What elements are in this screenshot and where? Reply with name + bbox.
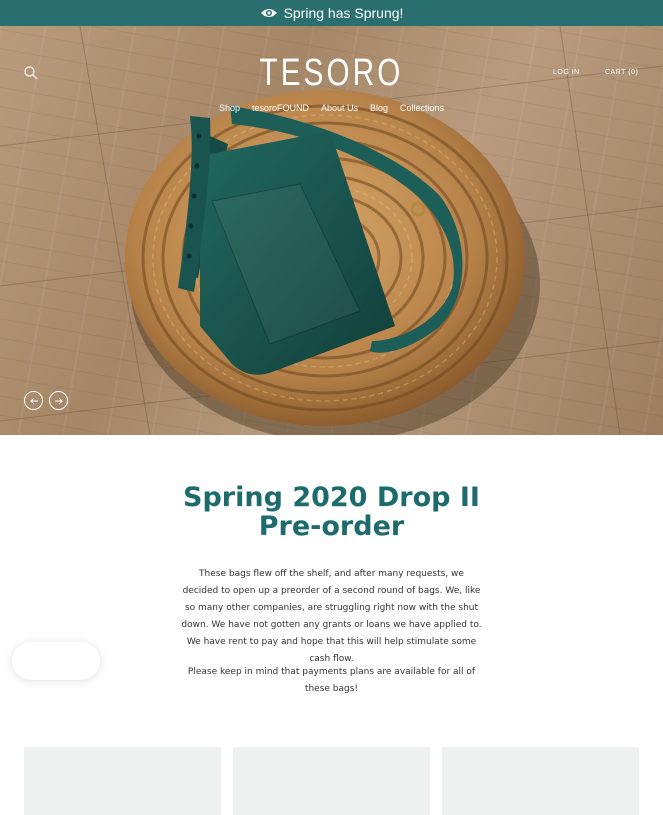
eye-icon <box>260 9 277 17</box>
product-card[interactable] <box>442 747 639 815</box>
announcement-text: Spring has Sprung! <box>283 5 404 21</box>
nav-item-tesorofound[interactable]: tesoroFOUND <box>252 103 309 113</box>
payment-plan-note: Please keep in mind that payments plans … <box>187 667 476 694</box>
hero-slideshow: TESORO LOG IN CART (0) Shop tesoroFOUND … <box>0 26 663 435</box>
search-icon[interactable] <box>24 66 38 80</box>
login-link[interactable]: LOG IN <box>553 69 580 76</box>
cart-link[interactable]: CART (0) <box>605 69 638 76</box>
slide-next-button[interactable] <box>49 391 68 410</box>
description-paragraph: These bags flew off the shelf, and after… <box>181 569 482 664</box>
product-card[interactable] <box>24 747 221 815</box>
page-title: Spring 2020 Drop II Pre-order <box>0 483 663 541</box>
site-logo[interactable]: TESORO <box>73 54 590 92</box>
arrow-left-icon <box>29 397 38 404</box>
page-title-text: Spring 2020 Drop II Pre-order <box>183 482 480 542</box>
product-card[interactable] <box>233 747 430 815</box>
nav-item-collections[interactable]: Collections <box>400 103 444 113</box>
slide-prev-button[interactable] <box>24 391 43 410</box>
arrow-right-icon <box>54 397 63 404</box>
floating-widget-button[interactable] <box>12 642 100 680</box>
nav-item-shop[interactable]: Shop <box>219 103 240 113</box>
main-nav: Shop tesoroFOUND About Us Blog Collectio… <box>0 103 663 113</box>
nav-item-about-us[interactable]: About Us <box>321 103 358 113</box>
nav-item-blog[interactable]: Blog <box>370 103 388 113</box>
announcement-bar[interactable]: Spring has Sprung! <box>0 0 663 26</box>
